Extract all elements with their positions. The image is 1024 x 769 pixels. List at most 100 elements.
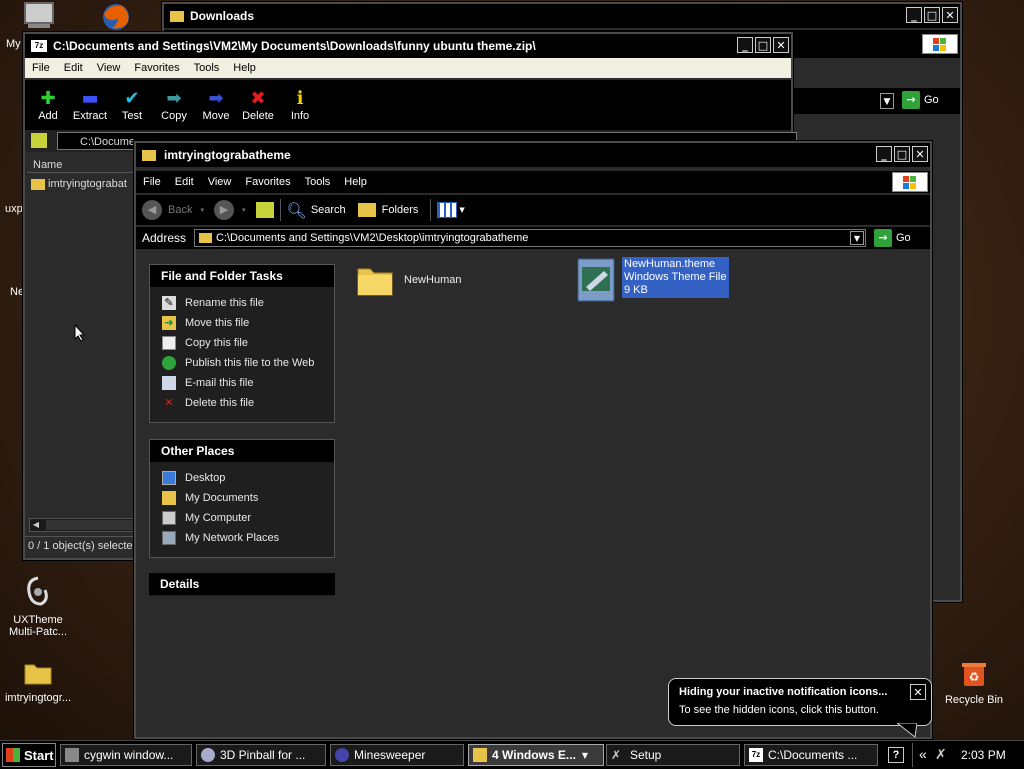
panel-header[interactable]: Other Places (150, 440, 334, 462)
folders-button[interactable]: Folders (357, 203, 418, 217)
address-dropdown-button[interactable]: ▼ (850, 231, 864, 245)
address-text: C:\Documents and Settings\VM2\Desktop\im… (216, 232, 529, 244)
balloon-close-button[interactable]: ✕ (910, 684, 926, 700)
menu-edit[interactable]: Edit (168, 176, 201, 188)
menu-favorites[interactable]: Favorites (238, 176, 297, 188)
explorer-window[interactable]: imtryingtograbatheme _ □ ✕ File Edit Vie… (134, 141, 932, 739)
copy-button[interactable]: ➡ Copy (153, 88, 195, 122)
back-dropdown-icon: ▾ (200, 206, 204, 214)
taskbar-item-7zip[interactable]: 7z C:\Documents ... (744, 744, 878, 766)
computer-stand (28, 24, 50, 28)
file-item-theme[interactable]: NewHuman.theme Windows Theme File 9 KB (576, 257, 729, 303)
delete-button[interactable]: ✖ Delete (237, 88, 279, 122)
menu-tools[interactable]: Tools (187, 62, 227, 74)
file-item-folder[interactable]: NewHuman (356, 261, 461, 299)
start-button[interactable]: Start (2, 743, 56, 767)
folders-icon (357, 203, 376, 217)
menu-file[interactable]: File (25, 62, 57, 74)
desktop-icon-firefox[interactable] (100, 2, 132, 32)
explorer-titlebar[interactable]: imtryingtograbatheme _ □ ✕ (136, 143, 930, 167)
details-panel: Details (149, 573, 335, 596)
address-dropdown-button[interactable]: ▼ (880, 93, 894, 109)
menu-favorites[interactable]: Favorites (127, 62, 186, 74)
search-button[interactable]: 🔍︎ Search (287, 201, 346, 220)
place-my-computer[interactable]: My Computer (150, 508, 334, 528)
minimize-button[interactable]: _ (906, 7, 922, 23)
close-button[interactable]: ✕ (912, 146, 928, 162)
task-move[interactable]: ➜ Move this file (150, 313, 334, 333)
move-button[interactable]: ➡ Move (195, 88, 237, 122)
explorer-menubar: File Edit View Favorites Tools Help (136, 171, 930, 193)
forward-button[interactable]: ▶ ▾ (213, 200, 246, 220)
desktop-icon-folder[interactable]: imtryingtogr... (0, 660, 76, 704)
extract-button[interactable]: ▬ Extract (69, 88, 111, 122)
close-button[interactable]: ✕ (942, 7, 958, 23)
folder-icon (357, 268, 393, 296)
up-folder-icon[interactable] (31, 133, 47, 148)
up-folder-icon[interactable] (255, 202, 274, 218)
zip-horizontal-scrollbar[interactable]: ◀ (29, 518, 139, 532)
notification-balloon[interactable]: Hiding your inactive notification icons.… (668, 678, 932, 738)
add-button[interactable]: ✚ Add (27, 88, 69, 122)
balloon-title: Hiding your inactive notification icons.… (679, 686, 888, 698)
recycle-bin-icon: ♻ (962, 663, 986, 686)
desktop-icon-uxtheme[interactable]: UXTheme Multi-Patc... (0, 576, 76, 638)
tray-app-icon[interactable]: ✗ (935, 747, 947, 763)
task-copy[interactable]: Copy this file (150, 333, 334, 353)
back-button[interactable]: ◀ Back ▾ (142, 200, 204, 220)
maximize-button[interactable]: □ (894, 146, 910, 162)
folder-icon (170, 10, 184, 22)
task-delete[interactable]: ✕ Delete this file (150, 393, 334, 413)
scroll-left-button[interactable]: ◀ (30, 519, 42, 531)
menu-edit[interactable]: Edit (57, 62, 90, 74)
other-places-panel: Other Places Desktop My Documents My Com… (149, 439, 335, 558)
task-rename[interactable]: ✎ Rename this file (150, 293, 334, 313)
taskbar-item-minesweeper[interactable]: Minesweeper (330, 744, 464, 766)
show-hidden-icons-button[interactable]: « (919, 746, 927, 762)
maximize-button[interactable]: □ (755, 37, 771, 53)
taskbar-item-windows-explorer-group[interactable]: 4 Windows E... ▼ (468, 744, 604, 766)
clock[interactable]: 2:03 PM (961, 748, 1006, 762)
panel-header[interactable]: File and Folder Tasks (150, 265, 334, 287)
panel-header[interactable]: Details (149, 573, 335, 595)
maximize-button[interactable]: □ (924, 7, 940, 23)
menu-help[interactable]: Help (337, 176, 374, 188)
test-button[interactable]: ✔ Test (111, 88, 153, 122)
taskbar-item-cygwin[interactable]: cygwin window... (60, 744, 192, 766)
place-network[interactable]: My Network Places (150, 528, 334, 548)
place-my-documents[interactable]: My Documents (150, 488, 334, 508)
folder-icon (24, 664, 52, 685)
task-publish[interactable]: Publish this file to the Web (150, 353, 334, 373)
minimize-button[interactable]: _ (737, 37, 753, 53)
downloads-titlebar[interactable]: Downloads _ □ ✕ (164, 4, 960, 28)
address-field[interactable]: C:\Documents and Settings\VM2\Desktop\im… (194, 229, 866, 247)
menu-view[interactable]: View (201, 176, 239, 188)
menu-file[interactable]: File (136, 176, 168, 188)
close-button[interactable]: ✕ (773, 37, 789, 53)
menu-tools[interactable]: Tools (298, 176, 338, 188)
column-header-name[interactable]: Name (33, 159, 62, 171)
menu-view[interactable]: View (90, 62, 128, 74)
menu-help[interactable]: Help (226, 62, 263, 74)
go-button[interactable]: → Go (902, 91, 939, 109)
taskbar-item-setup[interactable]: ✗ Setup (606, 744, 740, 766)
pinball-icon (201, 748, 215, 762)
info-button[interactable]: ℹ Info (279, 88, 321, 122)
help-tray-icon[interactable]: ? (888, 747, 904, 763)
zip-titlebar[interactable]: 7z C:\Documents and Settings\VM2\My Docu… (25, 34, 791, 58)
views-dropdown-icon: ▼ (459, 206, 465, 214)
7zip-icon: 7z (31, 40, 47, 52)
status-text: 0 / 1 object(s) selecte (28, 540, 133, 552)
cygwin-icon (65, 748, 79, 762)
zip-list-item[interactable]: imtryingtograbat (31, 176, 127, 192)
scroll-thumb[interactable] (46, 520, 136, 530)
desktop-icon-recycle-bin[interactable]: ♻ Recycle Bin (936, 660, 1012, 706)
place-desktop[interactable]: Desktop (150, 468, 334, 488)
taskbar-item-pinball[interactable]: 3D Pinball for ... (196, 744, 326, 766)
go-button[interactable]: → Go (874, 229, 911, 247)
explorer-address-bar: Address C:\Documents and Settings\VM2\De… (136, 227, 930, 249)
task-email[interactable]: E-mail this file (150, 373, 334, 393)
folder-icon (142, 149, 156, 161)
views-button[interactable]: ▼ (437, 202, 465, 218)
minimize-button[interactable]: _ (876, 146, 892, 162)
